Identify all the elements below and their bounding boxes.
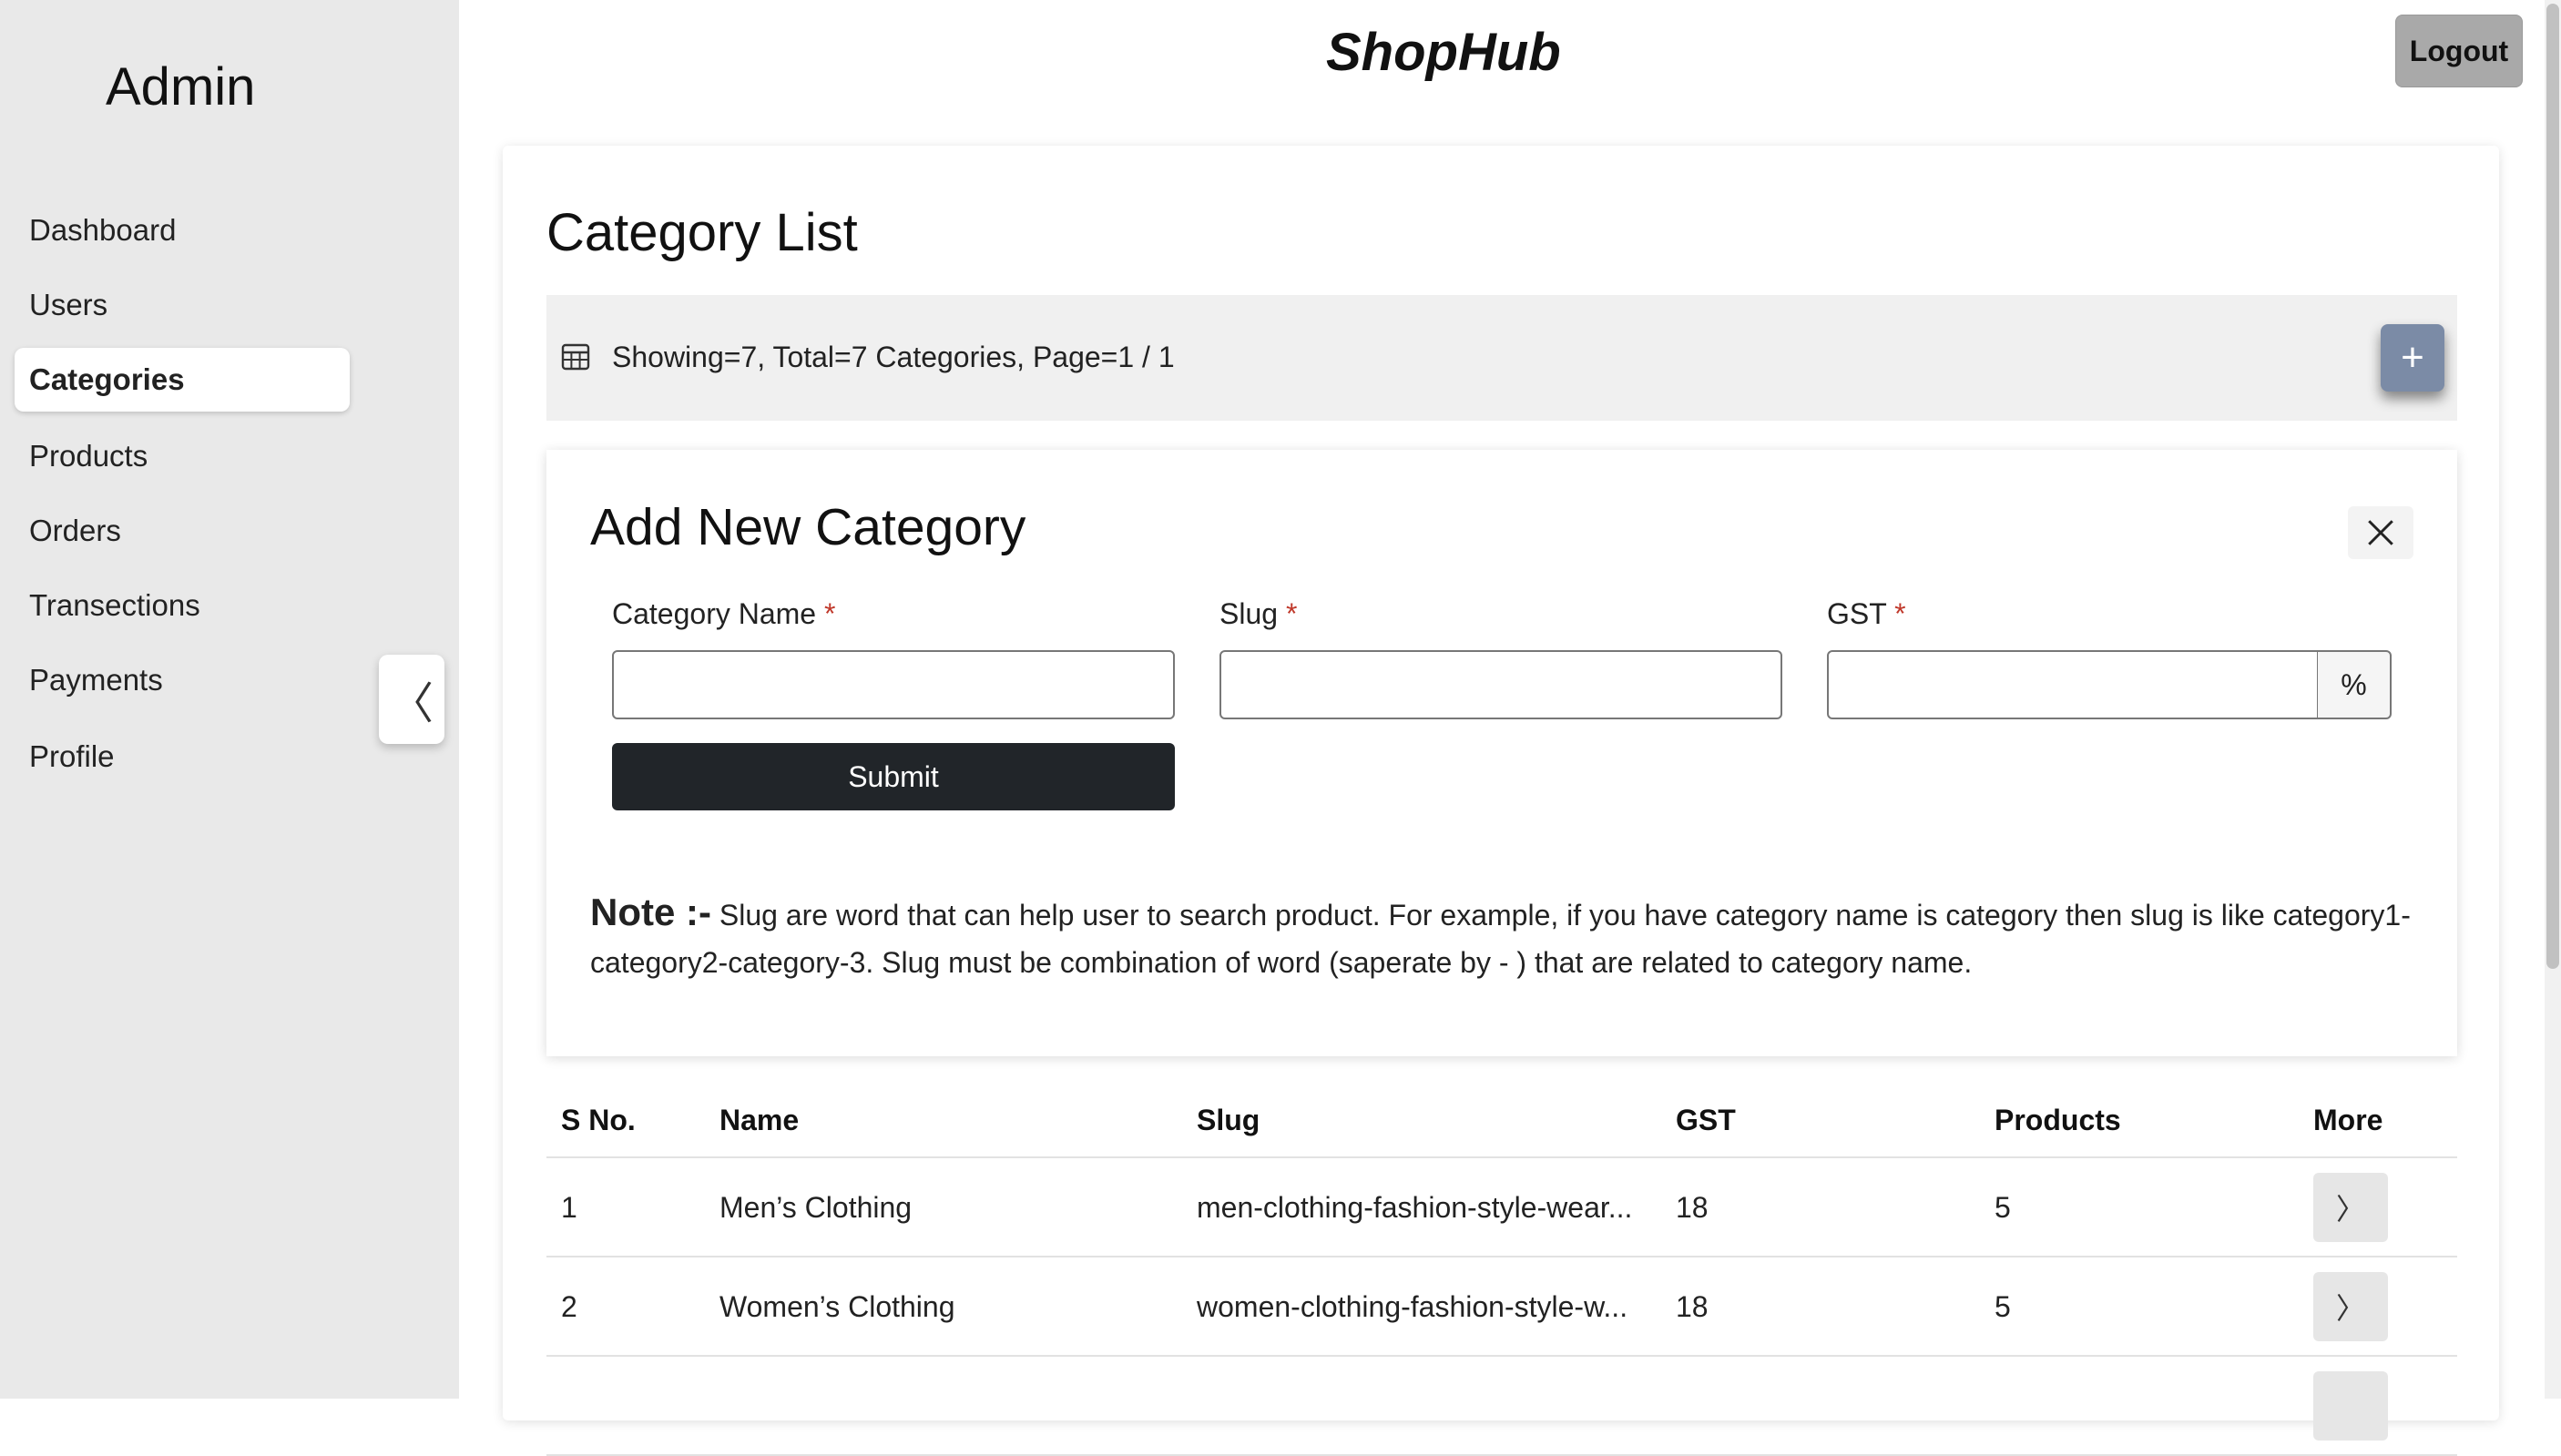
- cell-name: Men’s Clothing: [719, 1191, 913, 1224]
- column-header-products: Products: [1995, 1104, 2121, 1136]
- sidebar-item-categories[interactable]: Categories: [15, 348, 350, 412]
- note-label: Note :-: [590, 891, 711, 933]
- column-header-sno: S No.: [561, 1104, 636, 1136]
- category-name-label: Category Name *: [612, 597, 836, 630]
- sidebar-item-profile[interactable]: Profile: [15, 725, 350, 789]
- column-header-name: Name: [719, 1104, 800, 1136]
- pagination-info: Showing=7, Total=7 Categories, Page=1 / …: [612, 341, 1175, 373]
- category-table: S No. Name Slug GST Products More 1 Men’…: [546, 1084, 2457, 1456]
- cell-sno: 2: [561, 1290, 577, 1323]
- sidebar-item-transections[interactable]: Transections: [15, 574, 350, 637]
- form-title: Add New Category: [590, 498, 1026, 556]
- add-category-button[interactable]: +: [2381, 324, 2444, 392]
- slug-label: Slug *: [1219, 597, 1298, 630]
- chevron-right-icon: 〉: [2335, 1292, 2365, 1325]
- cell-gst: 18: [1676, 1290, 1709, 1323]
- sidebar-item-payments[interactable]: Payments: [15, 648, 350, 712]
- column-header-gst: GST: [1676, 1104, 1736, 1136]
- chevron-right-icon: 〉: [2335, 1193, 2365, 1226]
- chevron-left-icon: 〈: [389, 680, 434, 728]
- info-bar: Showing=7, Total=7 Categories, Page=1 / …: [546, 295, 2457, 421]
- table-header-row: S No. Name Slug GST Products More: [546, 1084, 2457, 1158]
- sidebar-collapse-button[interactable]: 〈: [379, 655, 444, 744]
- cell-slug: women-clothing-fashion-style-w...: [1197, 1290, 1628, 1323]
- row-more-button[interactable]: [2313, 1371, 2388, 1441]
- sidebar: Admin Dashboard Users Categories Product…: [0, 0, 459, 1399]
- row-more-button[interactable]: 〉: [2313, 1173, 2388, 1242]
- sidebar-item-users[interactable]: Users: [15, 273, 350, 337]
- sidebar-item-products[interactable]: Products: [15, 424, 350, 488]
- cell-slug: men-clothing-fashion-style-wear...: [1197, 1191, 1633, 1224]
- table-row: 2 Women’s Clothing women-clothing-fashio…: [546, 1257, 2457, 1357]
- header-brand: ShopHub: [1326, 23, 1561, 82]
- gst-input[interactable]: [1827, 650, 2319, 719]
- sidebar-item-orders[interactable]: Orders: [15, 499, 350, 563]
- sidebar-title: Admin: [106, 57, 256, 117]
- gst-percent-suffix: %: [2317, 650, 2392, 719]
- note-text: Slug are word that can help user to sear…: [590, 899, 2411, 979]
- plus-icon: +: [2401, 335, 2424, 380]
- close-form-button[interactable]: [2348, 506, 2413, 559]
- slug-input[interactable]: [1219, 650, 1782, 719]
- logout-button[interactable]: Logout: [2395, 15, 2523, 87]
- category-name-input[interactable]: [612, 650, 1175, 719]
- required-mark: *: [823, 597, 836, 630]
- scrollbar-thumb[interactable]: [2546, 4, 2559, 969]
- gst-label: GST *: [1827, 597, 1906, 630]
- table-row-partial: [546, 1357, 2457, 1456]
- column-header-more: More: [2313, 1104, 2383, 1136]
- close-icon: [2368, 520, 2393, 545]
- required-mark: *: [1894, 597, 1906, 630]
- table-icon: [561, 343, 590, 371]
- submit-button[interactable]: Submit: [612, 743, 1175, 810]
- column-header-slug: Slug: [1197, 1104, 1260, 1136]
- slug-note: Note :- Slug are word that can help user…: [590, 889, 2412, 986]
- required-mark: *: [1285, 597, 1298, 630]
- cell-name: Women’s Clothing: [719, 1290, 955, 1323]
- cell-sno: 1: [561, 1191, 577, 1224]
- row-more-button[interactable]: 〉: [2313, 1272, 2388, 1341]
- cell-gst: 18: [1676, 1191, 1709, 1224]
- table-row: 1 Men’s Clothing men-clothing-fashion-st…: [546, 1158, 2457, 1257]
- sidebar-item-dashboard[interactable]: Dashboard: [15, 199, 350, 262]
- cell-products: 5: [1995, 1191, 2011, 1224]
- page-title: Category List: [546, 203, 858, 262]
- cell-products: 5: [1995, 1290, 2011, 1323]
